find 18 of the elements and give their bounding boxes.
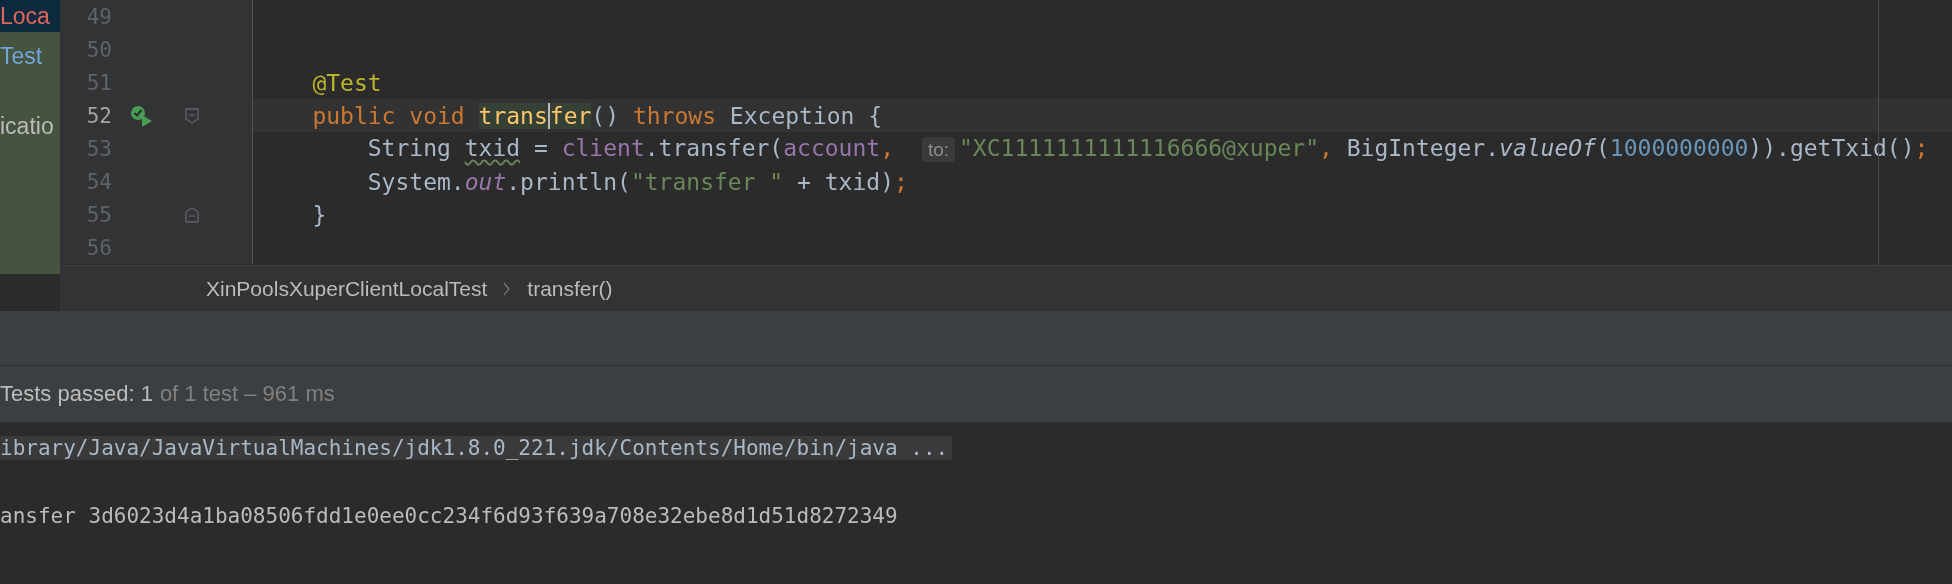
- code-line: public void trans fer() throws Exception {: [311, 102, 883, 129]
- run-test-icon[interactable]: [130, 104, 154, 127]
- code-line: String txid = client.transfer(account, to: "XC1111111111116666@xuper", BigInteger.valueOf(1000000000)).getTxid();: [366, 135, 1929, 162]
- project-tree-item[interactable]: Test: [0, 40, 60, 72]
- breadcrumb-item[interactable]: transfer(): [527, 276, 613, 301]
- test-result: Tests passed: 1: [0, 381, 153, 407]
- line-number: 52: [85, 103, 112, 128]
- code-line: @Test: [311, 69, 382, 96]
- chevron-icon: [503, 281, 512, 296]
- console-line: ansfer 3d6023d4a1ba08506fdd1e0ee0cc234f6d93f639a708e32ebe8d1d51d8272349: [0, 504, 898, 528]
- code-line: System.out.println("transfer " + txid);: [366, 168, 908, 195]
- fold-icon[interactable]: [185, 107, 199, 124]
- project-tree-item[interactable]: Loca: [0, 0, 60, 32]
- fold-icon[interactable]: [185, 206, 199, 223]
- test-summary: of 1 test – 961 ms: [159, 381, 335, 407]
- code-line: }: [311, 201, 327, 228]
- project-tree-item[interactable]: icatio: [0, 110, 60, 142]
- breadcrumb-item[interactable]: XinPoolsXuperClientLocalTest: [206, 276, 488, 301]
